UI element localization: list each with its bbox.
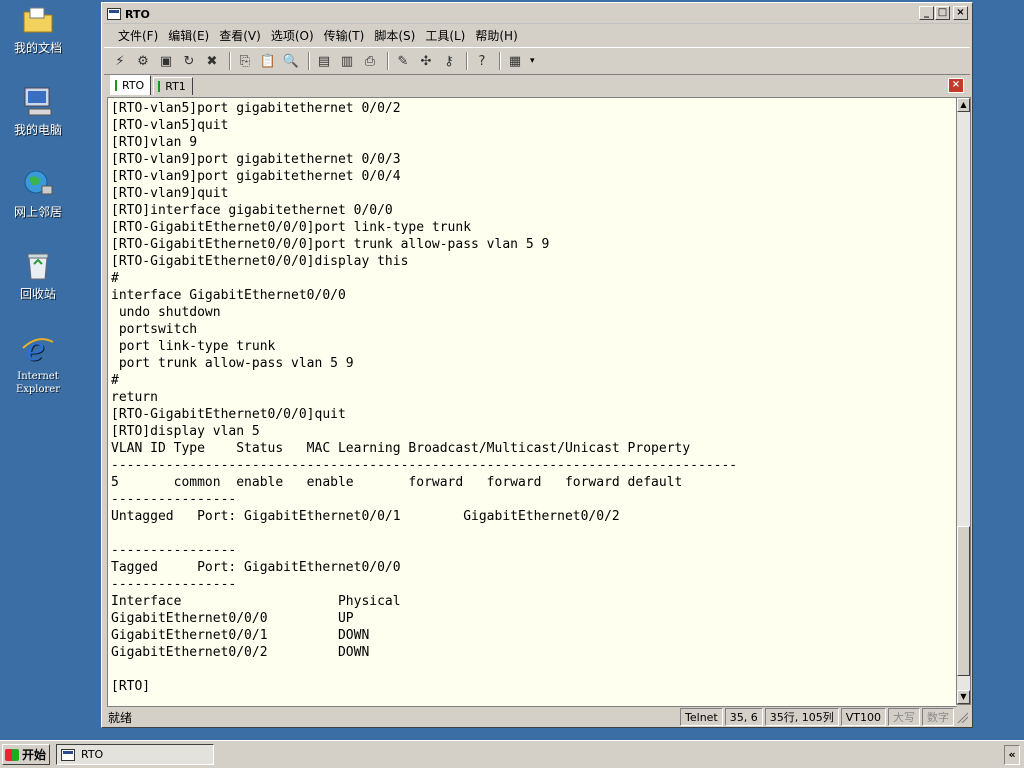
taskbar-item-label: RTO xyxy=(81,748,104,761)
menu-file[interactable]: 文件(F) xyxy=(116,27,166,44)
desktop-icon-label: 回收站 xyxy=(19,287,56,301)
print-preview-icon[interactable]: ▥ xyxy=(337,52,357,70)
close-button[interactable]: × xyxy=(953,6,968,20)
connect-tab-icon[interactable]: ▣ xyxy=(156,52,176,70)
help-icon[interactable]: ? xyxy=(472,52,492,70)
quick-connect-icon[interactable]: ⚙ xyxy=(133,52,153,70)
session-tabs: RTO RT1 × xyxy=(104,75,970,95)
resize-grip-icon[interactable] xyxy=(956,711,968,723)
global-options-icon[interactable]: ✣ xyxy=(416,52,436,70)
app-icon xyxy=(107,8,121,20)
paste-icon[interactable]: 📋 xyxy=(258,52,278,70)
toolbar: ⚡ ⚙ ▣ ↻ ✖ ⎘ 📋 🔍 ▤ ▥ ⎙ ✎ ✣ ⚷ ? ▦ ▾ xyxy=(104,47,970,75)
status-num: 数字 xyxy=(922,708,954,726)
maximize-button[interactable]: □ xyxy=(935,6,950,20)
tab-label: RT1 xyxy=(165,80,186,93)
start-button[interactable]: 开始 xyxy=(2,744,50,765)
reconnect-icon[interactable]: ↻ xyxy=(179,52,199,70)
minimize-button[interactable]: _ xyxy=(919,6,934,20)
print-setup-icon[interactable]: ▤ xyxy=(314,52,334,70)
desktop-icon-my-computer[interactable]: 我的电脑 xyxy=(4,84,72,137)
menu-transfer[interactable]: 传输(T) xyxy=(322,27,373,44)
taskbar-item-rto[interactable]: RTO xyxy=(56,744,214,765)
desktop-icon-network[interactable]: 网上邻居 xyxy=(4,166,72,219)
menu-script[interactable]: 脚本(S) xyxy=(372,27,423,44)
status-row-col: 35行, 105列 xyxy=(764,708,839,726)
find-icon[interactable]: 🔍 xyxy=(281,52,301,70)
desktop-icon-label: 我的电脑 xyxy=(13,123,62,137)
app-icon xyxy=(61,748,75,761)
menu-help[interactable]: 帮助(H) xyxy=(473,27,525,44)
status-emulation: VT100 xyxy=(840,708,886,726)
desktop-icon-label: 网上邻居 xyxy=(13,205,62,219)
vertical-scrollbar[interactable]: ▲ ▼ xyxy=(956,97,971,705)
toolbar-separator xyxy=(466,52,468,70)
recycle-bin-icon xyxy=(20,248,56,284)
connected-indicator-icon xyxy=(158,81,161,92)
window-controls: _ □ × xyxy=(919,6,968,20)
desktop-icon-my-documents[interactable]: 我的文档 xyxy=(4,2,72,55)
windows-logo-icon xyxy=(5,748,19,761)
toolbar-separator xyxy=(308,52,310,70)
terminal-lines: [RTO-vlan5]port gigabitethernet 0/0/2 [R… xyxy=(111,101,738,694)
network-globe-icon xyxy=(20,166,56,202)
print-icon[interactable]: ⎙ xyxy=(360,52,380,70)
toolbar-separator xyxy=(229,52,231,70)
desktop-icon-label: Explorer xyxy=(15,384,61,395)
svg-text:e: e xyxy=(26,330,45,366)
internet-explorer-icon: e xyxy=(20,330,56,368)
menu-edit[interactable]: 编辑(E) xyxy=(166,27,217,44)
tray-expand-button[interactable]: « xyxy=(1004,745,1020,765)
folder-icon xyxy=(20,2,56,38)
toolbar-overflow-icon[interactable]: ▾ xyxy=(530,56,535,66)
status-cursor: 35, 6 xyxy=(724,708,763,726)
terminal-output[interactable]: [RTO-vlan5]port gigabitethernet 0/0/2 [R… xyxy=(107,97,957,707)
menu-view[interactable]: 查看(V) xyxy=(217,27,269,44)
connect-icon[interactable]: ⚡ xyxy=(110,52,130,70)
window-title: RTO xyxy=(125,7,150,21)
status-ready: 就绪 xyxy=(108,710,133,725)
connected-indicator-icon xyxy=(115,80,117,91)
tab-rt1[interactable]: RT1 xyxy=(153,77,193,95)
status-protocol: Telnet xyxy=(680,708,723,726)
scroll-up-icon[interactable]: ▲ xyxy=(957,98,970,112)
scroll-thumb[interactable] xyxy=(957,526,970,676)
taskbar: 开始 RTO « xyxy=(0,740,1024,768)
close-tab-icon[interactable]: × xyxy=(948,78,964,93)
start-label: 开始 xyxy=(22,748,47,762)
computer-icon xyxy=(20,84,56,120)
copy-icon[interactable]: ⎘ xyxy=(235,52,255,70)
desktop-icon-label: 我的文档 xyxy=(13,41,62,55)
scroll-down-icon[interactable]: ▼ xyxy=(957,690,970,704)
toolbar-separator xyxy=(387,52,389,70)
menu-tools[interactable]: 工具(L) xyxy=(423,27,473,44)
toolbar-separator xyxy=(499,52,501,70)
disconnect-icon[interactable]: ✖ xyxy=(202,52,222,70)
key-icon[interactable]: ⚷ xyxy=(439,52,459,70)
status-caps: 大写 xyxy=(888,708,920,726)
title-bar[interactable]: RTO _ □ × xyxy=(104,5,970,24)
menu-bar: 文件(F) 编辑(E) 查看(V) 选项(O) 传输(T) 脚本(S) 工具(L… xyxy=(104,24,970,46)
keymap-icon[interactable]: ▦ xyxy=(505,52,525,70)
tab-rto[interactable]: RTO xyxy=(110,75,152,95)
desktop-icon-internet-explorer[interactable]: e Internet Explorer xyxy=(4,330,72,396)
tab-label: RTO xyxy=(122,79,145,92)
menu-options[interactable]: 选项(O) xyxy=(269,27,322,44)
status-bar: 就绪 Telnet 35, 6 35行, 105列 VT100 大写 数字 xyxy=(104,707,970,727)
session-options-icon[interactable]: ✎ xyxy=(393,52,413,70)
desktop-icon-label: Internet xyxy=(17,371,59,382)
terminal-window: RTO _ □ × 文件(F) 编辑(E) 查看(V) 选项(O) 传输(T) … xyxy=(101,2,973,728)
desktop-icon-recycle-bin[interactable]: 回收站 xyxy=(4,248,72,301)
